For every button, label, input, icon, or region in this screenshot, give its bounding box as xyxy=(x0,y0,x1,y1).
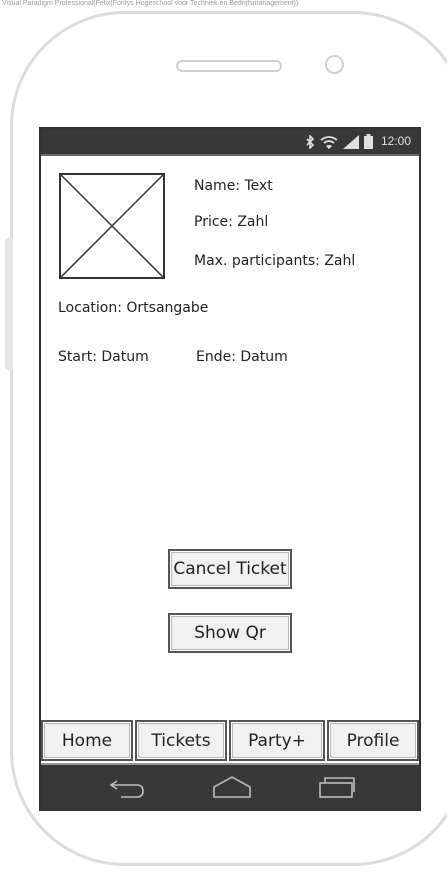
signal-icon xyxy=(343,134,359,149)
event-start: Start: Datum xyxy=(58,349,149,365)
back-icon[interactable] xyxy=(107,773,147,801)
status-time: 12:00 xyxy=(380,134,411,148)
event-name: Name: Text xyxy=(194,178,273,194)
event-image-placeholder xyxy=(59,173,165,279)
phone-speaker xyxy=(176,60,282,72)
phone-side-button xyxy=(5,238,13,370)
tab-home[interactable]: Home xyxy=(41,720,133,761)
event-max-participants: Max. participants: Zahl xyxy=(194,253,356,269)
status-bar: 12:00 xyxy=(41,129,419,156)
image-placeholder-cross xyxy=(61,175,163,277)
android-nav-bar xyxy=(41,763,419,809)
show-qr-button[interactable]: Show Qr xyxy=(168,613,292,653)
tab-party-plus[interactable]: Party+ xyxy=(229,720,325,761)
home-icon[interactable] xyxy=(211,773,253,801)
wifi-icon xyxy=(320,135,338,149)
event-location: Location: Ortsangabe xyxy=(58,300,209,316)
phone-screen: 12:00 Name: Text Price: Zahl Max. partic… xyxy=(39,127,421,811)
event-end: Ende: Datum xyxy=(196,349,288,365)
event-price: Price: Zahl xyxy=(194,214,269,230)
status-icons xyxy=(306,134,373,149)
phone-camera xyxy=(325,55,344,74)
tab-profile[interactable]: Profile xyxy=(327,720,419,761)
recent-apps-icon[interactable] xyxy=(317,773,357,801)
battery-icon xyxy=(364,134,373,149)
watermark: Visual Paradigm Professional(Felix(Fonty… xyxy=(2,0,299,7)
tab-tickets[interactable]: Tickets xyxy=(135,720,227,761)
bluetooth-icon xyxy=(306,134,315,149)
cancel-ticket-button[interactable]: Cancel Ticket xyxy=(168,549,292,589)
